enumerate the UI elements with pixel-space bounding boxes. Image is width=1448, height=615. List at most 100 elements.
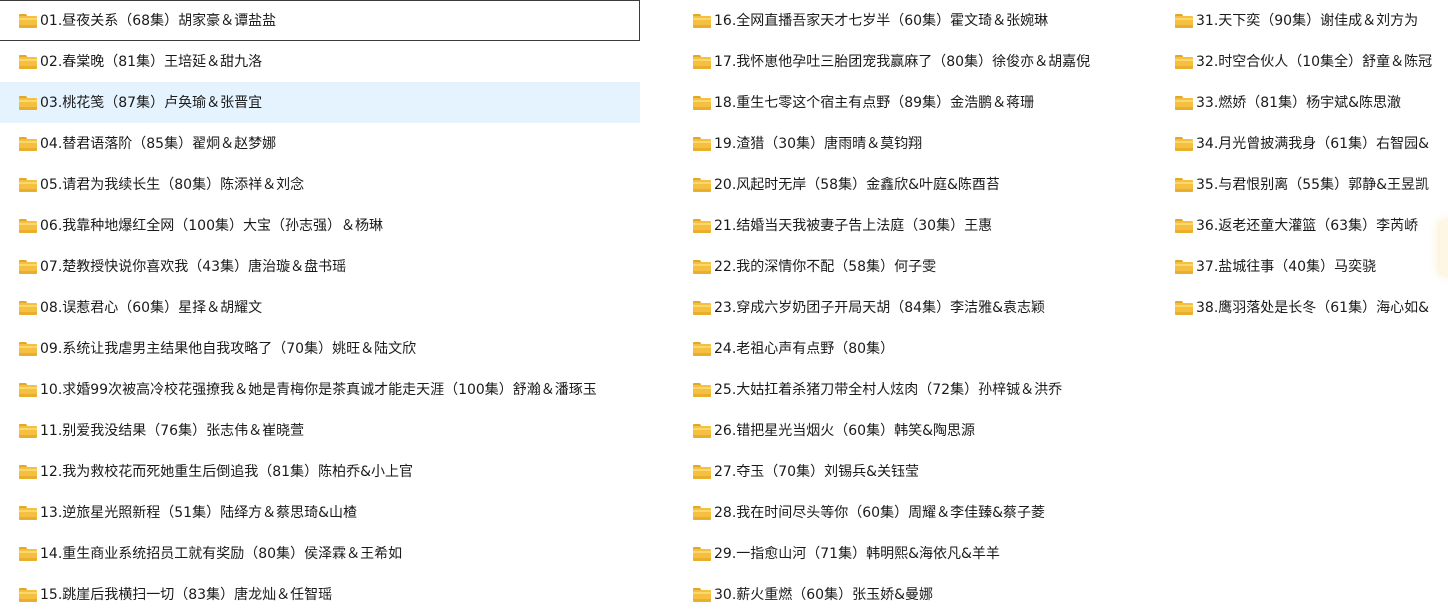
folder-icon xyxy=(19,136,37,151)
folder-name: 10.求婚99次被高冷校花强撩我＆她是青梅你是茶真诚才能走天涯（100集）舒瀚＆… xyxy=(40,381,597,398)
folder-icon xyxy=(693,546,711,561)
folder-name: 21.结婚当天我被妻子告上法庭（30集）王惠 xyxy=(714,217,993,234)
column-2: 16.全网直播吾家天才七岁半（60集）霍文琦＆张婉琳 17.我怀崽他孕吐三胎团宠我… xyxy=(674,0,1156,615)
folder-item[interactable]: 19.渣猎（30集）唐雨晴＆莫钧翔 xyxy=(674,123,1156,164)
folder-item[interactable]: 08.误惹君心（60集）星择＆胡耀文 xyxy=(0,287,640,328)
folder-name: 09.系统让我虐男主结果他自我攻略了（70集）姚旺＆陆文欣 xyxy=(40,340,417,357)
folder-item[interactable]: 02.春棠晚（81集）王培延＆甜九洛 xyxy=(0,41,640,82)
folder-item[interactable]: 18.重生七零这个宿主有点野（89集）金浩鹏＆蒋珊 xyxy=(674,82,1156,123)
folder-icon xyxy=(19,300,37,315)
folder-item[interactable]: 24.老祖心声有点野（80集） xyxy=(674,328,1156,369)
folder-item[interactable]: 11.别爱我没结果（76集）张志伟＆崔晓萱 xyxy=(0,410,640,451)
folder-item[interactable]: 35.与君恨别离（55集）郭静&王昱凯 xyxy=(1156,164,1448,205)
folder-name: 04.替君语落阶（85集）翟炯＆赵梦娜 xyxy=(40,135,277,152)
folder-name: 19.渣猎（30集）唐雨晴＆莫钧翔 xyxy=(714,135,923,152)
folder-icon xyxy=(19,218,37,233)
folder-name: 03.桃花笺（87集）卢奂瑜＆张晋宜 xyxy=(40,94,263,111)
folder-icon xyxy=(19,13,37,28)
folder-item[interactable]: 20.风起时无岸（58集）金鑫欣&叶庭&陈酉苔 xyxy=(674,164,1156,205)
folder-item[interactable]: 31.天下奕（90集）谢佳成＆刘方为 xyxy=(1156,0,1448,41)
folder-name: 25.大姑扛着杀猪刀带全村人炫肉（72集）孙梓铖＆洪乔 xyxy=(714,381,1063,398)
folder-name: 05.请君为我续长生（80集）陈添祥＆刘念 xyxy=(40,176,305,193)
folder-name: 38.鹰羽落处是长冬（61集）海心如& xyxy=(1196,299,1429,316)
folder-name: 35.与君恨别离（55集）郭静&王昱凯 xyxy=(1196,176,1429,193)
folder-item[interactable]: 01.昼夜关系（68集）胡家豪＆谭盐盐 xyxy=(0,0,640,41)
folder-item[interactable]: 17.我怀崽他孕吐三胎团宠我赢麻了（80集）徐俊亦＆胡嘉倪 xyxy=(674,41,1156,82)
folder-name: 32.时空合伙人（10集全）舒童＆陈冠 xyxy=(1196,53,1433,70)
folder-item[interactable]: 13.逆旅星光照新程（51集）陆绎方＆蔡思琦&山楂 xyxy=(0,492,640,533)
folder-item[interactable]: 32.时空合伙人（10集全）舒童＆陈冠 xyxy=(1156,41,1448,82)
folder-item[interactable]: 33.燃娇（81集）杨宇斌&陈思澈 xyxy=(1156,82,1448,123)
folder-name: 33.燃娇（81集）杨宇斌&陈思澈 xyxy=(1196,94,1401,111)
folder-icon xyxy=(693,587,711,602)
folder-item[interactable]: 30.薪火重燃（60集）张玉娇&曼娜 xyxy=(674,574,1156,615)
folder-name: 02.春棠晚（81集）王培延＆甜九洛 xyxy=(40,53,263,70)
folder-item[interactable]: 26.错把星光当烟火（60集）韩笑&陶思源 xyxy=(674,410,1156,451)
folder-item[interactable]: 36.返老还童大灌篮（63集）李芮峤 xyxy=(1156,205,1448,246)
folder-name: 26.错把星光当烟火（60集）韩笑&陶思源 xyxy=(714,422,975,439)
folder-name: 28.我在时间尽头等你（60集）周耀＆李佳臻&蔡子菱 xyxy=(714,504,1045,521)
folder-item[interactable]: 38.鹰羽落处是长冬（61集）海心如& xyxy=(1156,287,1448,328)
folder-item[interactable]: 07.楚教授快说你喜欢我（43集）唐治璇＆盘书瑶 xyxy=(0,246,640,287)
folder-icon xyxy=(19,587,37,602)
folder-item[interactable]: 14.重生商业系统招员工就有奖励（80集）侯泽霖＆王希如 xyxy=(0,533,640,574)
folder-item[interactable]: 29.一指愈山河（71集）韩明熙&海依凡&羊羊 xyxy=(674,533,1156,574)
column-3: 31.天下奕（90集）谢佳成＆刘方为 32.时空合伙人（10集全）舒童＆陈冠 33.… xyxy=(1156,0,1448,328)
folder-item[interactable]: 04.替君语落阶（85集）翟炯＆赵梦娜 xyxy=(0,123,640,164)
folder-icon xyxy=(693,341,711,356)
folder-item[interactable]: 23.穿成六岁奶团子开局天胡（84集）李洁雅&袁志颖 xyxy=(674,287,1156,328)
folder-name: 20.风起时无岸（58集）金鑫欣&叶庭&陈酉苔 xyxy=(714,176,1000,193)
folder-name: 37.盐城往事（40集）马奕骁 xyxy=(1196,258,1377,275)
folder-item[interactable]: 21.结婚当天我被妻子告上法庭（30集）王惠 xyxy=(674,205,1156,246)
folder-item[interactable]: 12.我为救校花而死她重生后倒追我（81集）陈柏乔&小上官 xyxy=(0,451,640,492)
folder-item[interactable]: 10.求婚99次被高冷校花强撩我＆她是青梅你是茶真诚才能走天涯（100集）舒瀚＆… xyxy=(0,369,640,410)
folder-item[interactable]: 03.桃花笺（87集）卢奂瑜＆张晋宜 xyxy=(0,82,640,123)
folder-name: 13.逆旅星光照新程（51集）陆绎方＆蔡思琦&山楂 xyxy=(40,504,357,521)
folder-icon xyxy=(693,13,711,28)
folder-icon xyxy=(19,423,37,438)
folder-icon xyxy=(693,136,711,151)
folder-item[interactable]: 05.请君为我续长生（80集）陈添祥＆刘念 xyxy=(0,164,640,205)
folder-icon xyxy=(693,177,711,192)
folder-icon xyxy=(19,464,37,479)
folder-item[interactable]: 16.全网直播吾家天才七岁半（60集）霍文琦＆张婉琳 xyxy=(674,0,1156,41)
folder-icon xyxy=(1175,136,1193,151)
folder-icon xyxy=(693,505,711,520)
folder-icon xyxy=(1175,259,1193,274)
folder-name: 29.一指愈山河（71集）韩明熙&海依凡&羊羊 xyxy=(714,545,1000,562)
folder-item[interactable]: 09.系统让我虐男主结果他自我攻略了（70集）姚旺＆陆文欣 xyxy=(0,328,640,369)
file-explorer-view: 01.昼夜关系（68集）胡家豪＆谭盐盐 02.春棠晚（81集）王培延＆甜九洛 03.… xyxy=(0,0,1448,615)
folder-icon xyxy=(693,54,711,69)
folder-item[interactable]: 15.跳崖后我横扫一切（83集）唐龙灿＆任智瑶 xyxy=(0,574,640,615)
folder-icon xyxy=(693,95,711,110)
folder-icon xyxy=(19,259,37,274)
folder-name: 15.跳崖后我横扫一切（83集）唐龙灿＆任智瑶 xyxy=(40,586,333,603)
folder-name: 30.薪火重燃（60集）张玉娇&曼娜 xyxy=(714,586,933,603)
folder-item[interactable]: 34.月光曾披满我身（61集）右智园& xyxy=(1156,123,1448,164)
folder-item[interactable]: 28.我在时间尽头等你（60集）周耀＆李佳臻&蔡子菱 xyxy=(674,492,1156,533)
folder-name: 08.误惹君心（60集）星择＆胡耀文 xyxy=(40,299,263,316)
folder-icon xyxy=(1175,54,1193,69)
folder-name: 01.昼夜关系（68集）胡家豪＆谭盐盐 xyxy=(40,12,277,29)
folder-name: 22.我的深情你不配（58集）何子雯 xyxy=(714,258,937,275)
folder-icon xyxy=(19,382,37,397)
folder-icon xyxy=(693,382,711,397)
column-1: 01.昼夜关系（68集）胡家豪＆谭盐盐 02.春棠晚（81集）王培延＆甜九洛 03.… xyxy=(0,0,640,615)
folder-name: 31.天下奕（90集）谢佳成＆刘方为 xyxy=(1196,12,1419,29)
folder-item[interactable]: 25.大姑扛着杀猪刀带全村人炫肉（72集）孙梓铖＆洪乔 xyxy=(674,369,1156,410)
folder-name: 23.穿成六岁奶团子开局天胡（84集）李洁雅&袁志颖 xyxy=(714,299,1045,316)
folder-icon xyxy=(1175,177,1193,192)
folder-name: 36.返老还童大灌篮（63集）李芮峤 xyxy=(1196,217,1419,234)
folder-item[interactable]: 06.我靠种地爆红全网（100集）大宝（孙志强）＆杨琳 xyxy=(0,205,640,246)
folder-icon xyxy=(1175,13,1193,28)
folder-item[interactable]: 37.盐城往事（40集）马奕骁 xyxy=(1156,246,1448,287)
folder-item[interactable]: 22.我的深情你不配（58集）何子雯 xyxy=(674,246,1156,287)
folder-name: 16.全网直播吾家天才七岁半（60集）霍文琦＆张婉琳 xyxy=(714,12,1049,29)
folder-icon xyxy=(19,95,37,110)
folder-item[interactable]: 27.夺玉（70集）刘锡兵&关钰莹 xyxy=(674,451,1156,492)
scroll-indicator[interactable] xyxy=(1440,222,1448,274)
folder-name: 07.楚教授快说你喜欢我（43集）唐治璇＆盘书瑶 xyxy=(40,258,347,275)
folder-icon xyxy=(693,423,711,438)
folder-icon xyxy=(19,546,37,561)
folder-name: 34.月光曾披满我身（61集）右智园& xyxy=(1196,135,1429,152)
